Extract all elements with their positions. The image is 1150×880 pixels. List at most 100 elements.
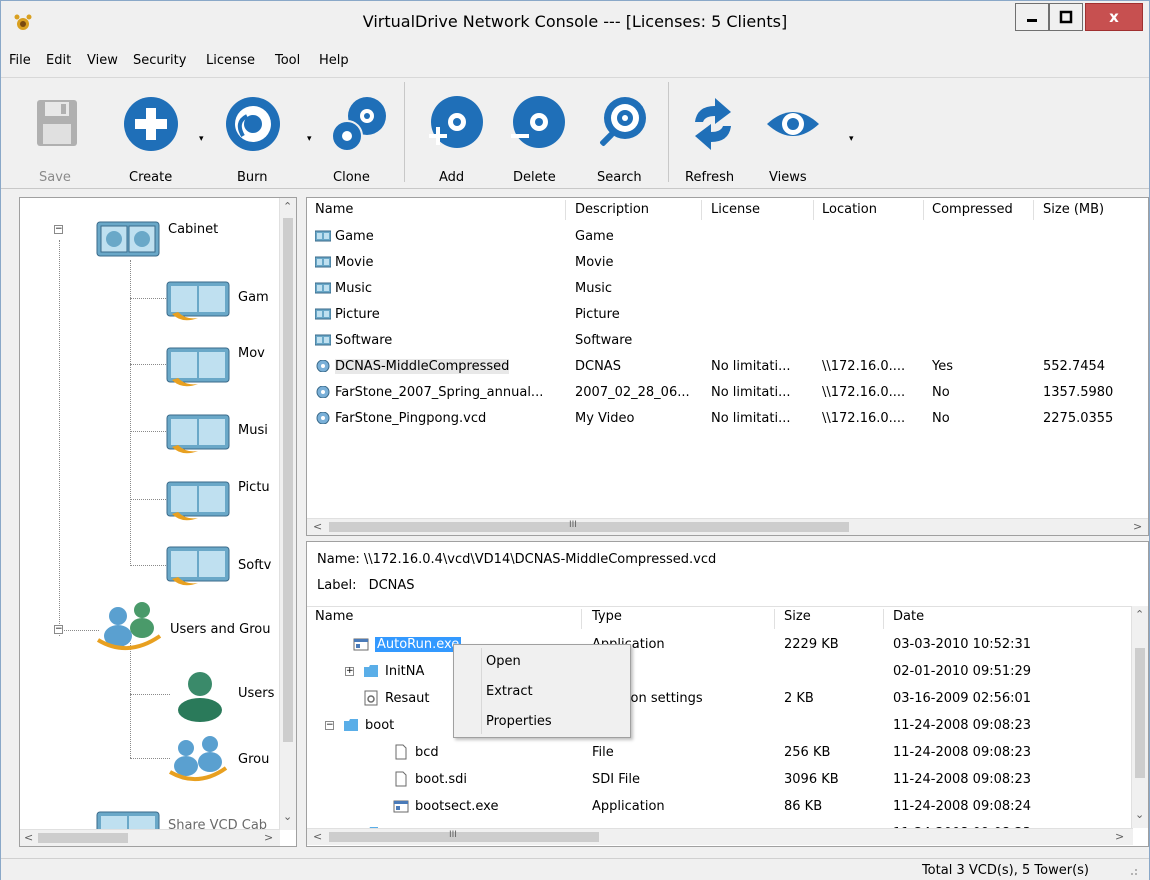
vcd-list-row[interactable]: FarStone_2007_Spring_annual... 2007_02_28… xyxy=(307,380,1133,406)
vcd-list-row[interactable]: Movie Movie xyxy=(307,250,1133,276)
scroll-down-arrow-icon[interactable]: ⌄ xyxy=(1135,808,1144,821)
save-icon xyxy=(37,100,77,146)
tree-horizontal-scrollbar[interactable]: < > xyxy=(20,829,280,846)
folder-expand-toggle[interactable]: + xyxy=(345,667,354,676)
menu-file[interactable]: File xyxy=(9,53,31,68)
details-label-row: Label: DCNAS xyxy=(317,578,415,593)
user-icon xyxy=(178,672,222,722)
create-dropdown-icon[interactable]: ▾ xyxy=(199,134,204,144)
column-header-name[interactable]: Name xyxy=(315,202,353,217)
scroll-thumb[interactable] xyxy=(329,832,599,842)
file-name-cell: bootsect.exe xyxy=(415,799,499,814)
close-button[interactable]: x xyxy=(1085,3,1143,31)
vcd-description-cell: Movie xyxy=(575,255,614,270)
search-button[interactable]: Search xyxy=(591,88,651,185)
vcd-description-cell: Picture xyxy=(575,307,620,322)
file-list-row[interactable]: Resaut guration settings 2 KB 03-16-2009 02… xyxy=(307,686,1133,712)
column-header-location[interactable]: Location xyxy=(822,202,877,217)
scroll-thumb[interactable] xyxy=(283,218,293,742)
tree-connector xyxy=(59,240,60,636)
tree-label-movie: Mov xyxy=(238,346,265,361)
scroll-left-arrow-icon[interactable]: < xyxy=(313,520,322,533)
column-header-name[interactable]: Name xyxy=(315,609,353,624)
file-list-header: Name Type Size Date xyxy=(307,606,1133,630)
vcd-details-pane[interactable]: Name: \\172.16.0.4\vcd\VD14\DCNAS-Middle… xyxy=(306,541,1149,847)
context-menu-open[interactable]: Open xyxy=(486,654,521,669)
vcd-list-row[interactable]: FarStone_Pingpong.vcd My Video No limitati… xyxy=(307,406,1133,432)
cabinet-collapse-toggle[interactable]: − xyxy=(54,225,63,234)
views-button[interactable]: ▾ Views xyxy=(763,88,863,185)
create-button[interactable]: ▾ Create xyxy=(119,88,209,185)
clone-label: Clone xyxy=(333,170,370,185)
scroll-up-arrow-icon[interactable]: ⌃ xyxy=(283,200,292,213)
scroll-right-arrow-icon[interactable]: > xyxy=(264,831,273,844)
column-header-license[interactable]: License xyxy=(711,202,760,217)
file-list-row[interactable]: bcd File 256 KB 11-24-2008 09:08:23 xyxy=(307,740,1133,766)
menu-license[interactable]: License xyxy=(206,53,255,68)
delete-disc-icon xyxy=(511,96,565,148)
menu-edit[interactable]: Edit xyxy=(46,53,71,68)
menu-help[interactable]: Help xyxy=(319,53,349,68)
burn-dropdown-icon[interactable]: ▾ xyxy=(307,134,312,144)
vcd-list-row[interactable]: Music Music xyxy=(307,276,1133,302)
tree-label-groups: Grou xyxy=(238,752,270,767)
tree-vertical-scrollbar[interactable]: ⌃ ⌄ xyxy=(279,198,296,830)
vcd-list-row[interactable]: Game Game xyxy=(307,224,1133,250)
file-list-row[interactable]: + InitNA 02-01-2010 09:51:29 xyxy=(307,659,1133,685)
vcd-list-horizontal-scrollbar[interactable]: < III > xyxy=(307,518,1148,535)
file-list-horizontal-scrollbar[interactable]: < III > xyxy=(307,828,1133,845)
tree-label-cabinet: Cabinet xyxy=(168,222,219,237)
column-header-size[interactable]: Size (MB) xyxy=(1043,202,1104,217)
file-list-vertical-scrollbar[interactable]: ⌃ ⌄ xyxy=(1131,606,1148,828)
users-groups-collapse-toggle[interactable]: − xyxy=(54,625,63,634)
scroll-right-arrow-icon[interactable]: > xyxy=(1133,520,1142,533)
resize-grip-icon[interactable] xyxy=(1123,861,1139,877)
add-button[interactable]: Add xyxy=(425,88,485,185)
column-header-date[interactable]: Date xyxy=(893,609,924,624)
delete-label: Delete xyxy=(513,170,556,185)
scroll-thumb[interactable] xyxy=(38,833,128,843)
scroll-left-arrow-icon[interactable]: < xyxy=(24,831,33,844)
scroll-thumb[interactable] xyxy=(329,522,849,532)
tree-pane[interactable]: − Cabinet Gam Mov Musi Pictu Softv − Use… xyxy=(19,197,297,847)
delete-button[interactable]: Delete xyxy=(507,88,567,185)
maximize-button[interactable] xyxy=(1049,3,1083,31)
context-menu-properties[interactable]: Properties xyxy=(486,714,552,729)
minimize-button[interactable] xyxy=(1015,3,1049,31)
vcd-list-row[interactable]: DCNAS-MiddleCompressed DCNAS No limitati..… xyxy=(307,354,1133,380)
column-header-type[interactable]: Type xyxy=(592,609,622,624)
details-name-label: Name: xyxy=(317,552,360,567)
vcd-list-row[interactable]: Software Software xyxy=(307,328,1133,354)
menu-view[interactable]: View xyxy=(87,53,118,68)
scroll-down-arrow-icon[interactable]: ⌄ xyxy=(283,810,292,823)
column-header-compressed[interactable]: Compressed xyxy=(932,202,1013,217)
folder-expand-toggle[interactable]: − xyxy=(325,721,334,730)
file-list-row[interactable]: boot.sdi SDI File 3096 KB 11-24-2008 09:08:… xyxy=(307,767,1133,793)
clone-button[interactable]: Clone xyxy=(329,88,389,185)
file-name-cell: bcd xyxy=(415,745,439,760)
scroll-left-arrow-icon[interactable]: < xyxy=(313,830,322,843)
settings-file-icon xyxy=(364,690,378,706)
views-dropdown-icon[interactable]: ▾ xyxy=(849,134,854,144)
save-button[interactable]: Save xyxy=(31,88,87,185)
scroll-up-arrow-icon[interactable]: ⌃ xyxy=(1135,608,1144,621)
tree-connector xyxy=(130,364,170,365)
file-list-row[interactable]: AutoRun.exeApplication2229 KB03-03-2010 … xyxy=(307,632,1133,658)
vcd-list-row[interactable]: Picture Picture xyxy=(307,302,1133,328)
tree-connector xyxy=(130,643,131,758)
file-name-cell: InitNA xyxy=(385,664,425,679)
file-list-row[interactable]: bootsect.exe Application 86 KB 11-24-2008 0… xyxy=(307,794,1133,820)
scroll-right-arrow-icon[interactable]: > xyxy=(1115,830,1124,843)
column-header-description[interactable]: Description xyxy=(575,202,649,217)
refresh-button[interactable]: Refresh xyxy=(683,88,743,185)
file-list-row[interactable]: − boot 11-24-2008 09:08:23 xyxy=(307,713,1133,739)
context-menu-extract[interactable]: Extract xyxy=(486,684,533,699)
column-header-size[interactable]: Size xyxy=(784,609,811,624)
title-bar[interactable]: VirtualDrive Network Console --- [Licens… xyxy=(1,1,1149,45)
menu-tool[interactable]: Tool xyxy=(275,53,300,68)
vcd-list-pane[interactable]: Name Description License Location Compre… xyxy=(306,197,1149,536)
menu-security[interactable]: Security xyxy=(133,53,186,68)
burn-button[interactable]: ▾ Burn xyxy=(223,88,313,185)
scroll-thumb[interactable] xyxy=(1135,648,1145,778)
toolbar-separator xyxy=(404,82,405,182)
